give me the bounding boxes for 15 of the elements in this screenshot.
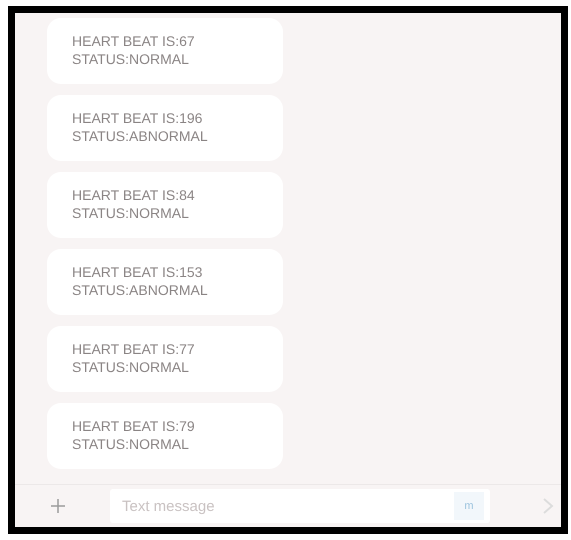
heart-beat-text: HEART BEAT IS:153 bbox=[72, 263, 204, 281]
sim-badge[interactable]: m bbox=[454, 492, 484, 520]
heart-beat-text: HEART BEAT IS:79 bbox=[72, 417, 196, 435]
heart-beat-text: HEART BEAT IS:196 bbox=[72, 109, 204, 127]
status-text: STATUS:NORMAL bbox=[72, 204, 190, 222]
status-text: STATUS:NORMAL bbox=[72, 435, 190, 453]
add-icon[interactable] bbox=[50, 498, 66, 514]
status-text: STATUS:NORMAL bbox=[72, 358, 190, 376]
status-text: STATUS:NORMAL bbox=[72, 50, 190, 68]
heart-beat-text: HEART BEAT IS:77 bbox=[72, 340, 196, 358]
status-text: STATUS:ABNORMAL bbox=[72, 127, 209, 145]
heart-beat-text: HEART BEAT IS:67 bbox=[72, 32, 196, 50]
message-input[interactable]: Text message m bbox=[110, 489, 490, 523]
heart-beat-text: HEART BEAT IS:84 bbox=[72, 186, 196, 204]
status-text: STATUS:ABNORMAL bbox=[72, 281, 209, 299]
